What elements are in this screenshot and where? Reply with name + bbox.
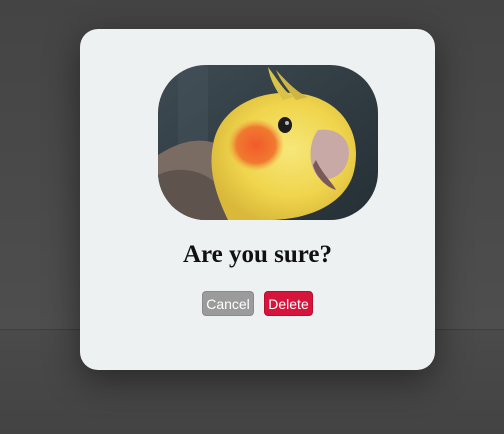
delete-button[interactable]: Delete: [264, 291, 313, 316]
dialog-title: Are you sure?: [182, 241, 333, 268]
cancel-button[interactable]: Cancel: [202, 291, 254, 316]
confirm-dialog: Are you sure? Cancel Delete: [80, 29, 435, 370]
bird-image: [158, 65, 378, 220]
